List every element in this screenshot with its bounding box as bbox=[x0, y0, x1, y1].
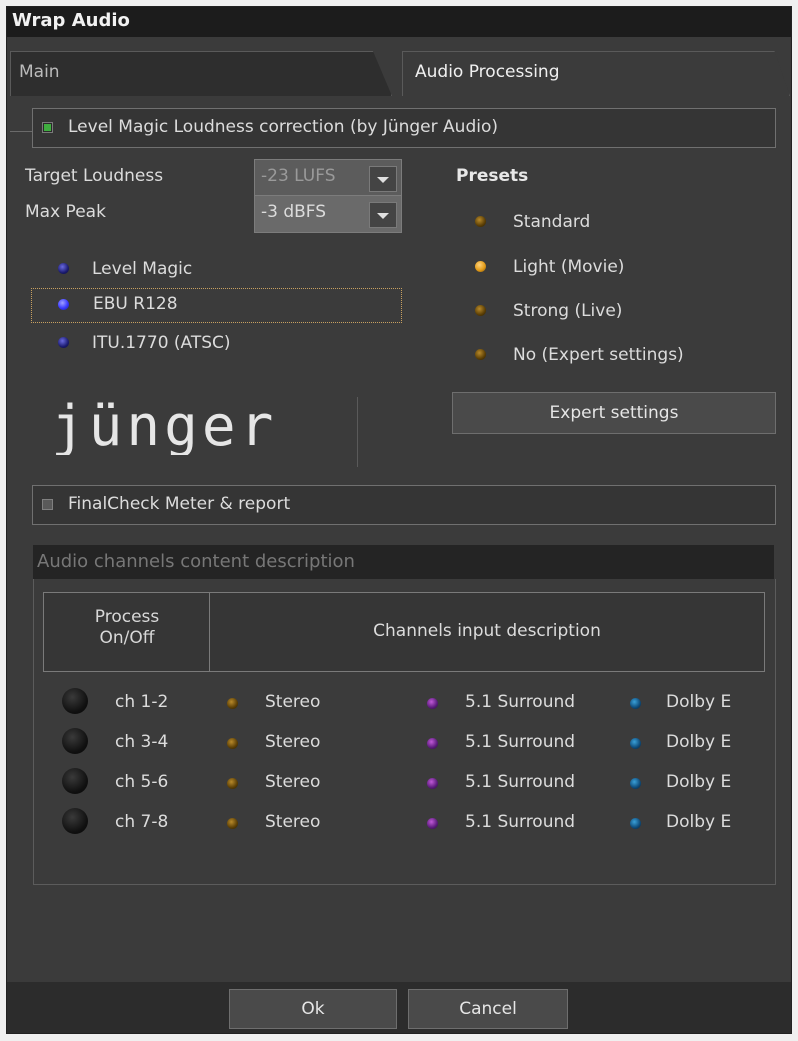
preset-no-expert[interactable]: No (Expert settings) bbox=[467, 341, 767, 371]
title-bar: Wrap Audio bbox=[7, 7, 791, 37]
tab-audio-processing[interactable]: Audio Processing bbox=[402, 51, 790, 96]
option-5-1-surround: 5.1 Surround bbox=[465, 692, 576, 712]
target-loudness-select[interactable]: -23 LUFS bbox=[254, 159, 402, 197]
radio-led-icon bbox=[475, 216, 486, 227]
radio-led-icon[interactable] bbox=[427, 778, 438, 789]
preset-strong-live-label: Strong (Live) bbox=[513, 301, 623, 321]
mode-ebu-r128[interactable]: EBU R128 bbox=[31, 288, 402, 323]
radio-led-icon[interactable] bbox=[630, 818, 641, 829]
tab-main-label: Main bbox=[19, 62, 60, 82]
process-toggle-ch5-6[interactable] bbox=[62, 768, 88, 794]
mode-itu-1770[interactable]: ITU.1770 (ATSC) bbox=[45, 329, 345, 359]
option-5-1-surround: 5.1 Surround bbox=[465, 732, 576, 752]
dialog-footer bbox=[7, 982, 791, 1033]
channels-section-title: Audio channels content description bbox=[37, 551, 355, 572]
radio-led-icon bbox=[58, 263, 69, 274]
logo-divider bbox=[357, 397, 358, 467]
process-header-label: Process On/Off bbox=[94, 607, 160, 648]
option-stereo: Stereo bbox=[265, 772, 321, 792]
radio-led-icon bbox=[58, 337, 69, 348]
max-peak-label: Max Peak bbox=[25, 202, 106, 222]
level-magic-checkbox-label: Level Magic Loudness correction (by Jüng… bbox=[68, 117, 498, 137]
channel-row: ch 7-8 Stereo 5.1 Surround Dolby E bbox=[57, 808, 777, 838]
description-header-label: Channels input description bbox=[373, 621, 601, 641]
level-magic-group: Level Magic Loudness correction (by Jüng… bbox=[32, 108, 776, 148]
preset-light-movie[interactable]: Light (Movie) bbox=[467, 253, 767, 283]
channel-name: ch 7-8 bbox=[115, 812, 169, 832]
tab-bar: Main Audio Processing bbox=[7, 43, 791, 132]
final-check-group: FinalCheck Meter & report bbox=[32, 485, 776, 525]
channel-name: ch 5-6 bbox=[115, 772, 169, 792]
option-dolby-e: Dolby E bbox=[666, 812, 732, 832]
junger-logo: jünger bbox=[51, 394, 358, 467]
channel-name: ch 1-2 bbox=[115, 692, 169, 712]
mode-level-magic-label: Level Magic bbox=[92, 259, 193, 279]
option-dolby-e: Dolby E bbox=[666, 692, 732, 712]
channel-row: ch 5-6 Stereo 5.1 Surround Dolby E bbox=[57, 768, 777, 798]
option-5-1-surround: 5.1 Surround bbox=[465, 772, 576, 792]
channels-table-header: Process On/Off Channels input descriptio… bbox=[43, 592, 765, 672]
target-loudness-value: -23 LUFS bbox=[261, 166, 336, 186]
preset-strong-live[interactable]: Strong (Live) bbox=[467, 297, 767, 327]
radio-led-icon[interactable] bbox=[630, 738, 641, 749]
preset-no-expert-label: No (Expert settings) bbox=[513, 345, 684, 365]
preset-light-movie-label: Light (Movie) bbox=[513, 257, 625, 277]
channel-row: ch 1-2 Stereo 5.1 Surround Dolby E bbox=[57, 688, 777, 718]
chevron-down-icon bbox=[369, 166, 397, 192]
radio-led-icon[interactable] bbox=[630, 778, 641, 789]
radio-led-icon[interactable] bbox=[427, 818, 438, 829]
process-toggle-ch3-4[interactable] bbox=[62, 728, 88, 754]
channel-name: ch 3-4 bbox=[115, 732, 169, 752]
option-dolby-e: Dolby E bbox=[666, 732, 732, 752]
radio-led-icon[interactable] bbox=[227, 738, 238, 749]
radio-led-icon bbox=[475, 305, 486, 316]
chevron-down-icon bbox=[369, 202, 397, 228]
wrap-audio-dialog: Wrap Audio Main Audio Processing Level M… bbox=[7, 7, 791, 1033]
channel-row: ch 3-4 Stereo 5.1 Surround Dolby E bbox=[57, 728, 777, 758]
window-title: Wrap Audio bbox=[12, 10, 130, 31]
mode-ebu-r128-label: EBU R128 bbox=[93, 294, 178, 314]
tab-main[interactable]: Main bbox=[10, 51, 392, 96]
junger-logo-text: jünger bbox=[51, 395, 277, 455]
preset-standard-label: Standard bbox=[513, 212, 591, 232]
max-peak-value: -3 dBFS bbox=[261, 202, 327, 222]
radio-led-icon[interactable] bbox=[227, 778, 238, 789]
max-peak-select[interactable]: -3 dBFS bbox=[254, 195, 402, 233]
tab-audio-processing-label: Audio Processing bbox=[415, 62, 560, 82]
cancel-button[interactable]: Cancel bbox=[408, 989, 568, 1029]
level-magic-checkbox[interactable] bbox=[42, 122, 53, 133]
junger-logo-mark: jünger bbox=[51, 394, 277, 459]
radio-led-icon[interactable] bbox=[630, 698, 641, 709]
radio-led-icon[interactable] bbox=[427, 698, 438, 709]
final-check-label: FinalCheck Meter & report bbox=[68, 494, 291, 514]
option-stereo: Stereo bbox=[265, 812, 321, 832]
radio-led-icon[interactable] bbox=[227, 818, 238, 829]
radio-led-icon bbox=[475, 349, 486, 360]
process-toggle-ch7-8[interactable] bbox=[62, 808, 88, 834]
mode-itu-1770-label: ITU.1770 (ATSC) bbox=[92, 333, 231, 353]
process-column-header: Process On/Off bbox=[44, 593, 209, 671]
radio-led-icon[interactable] bbox=[427, 738, 438, 749]
process-toggle-ch1-2[interactable] bbox=[62, 688, 88, 714]
target-loudness-label: Target Loudness bbox=[25, 166, 164, 186]
radio-led-icon[interactable] bbox=[227, 698, 238, 709]
final-check-checkbox[interactable] bbox=[42, 499, 53, 510]
option-dolby-e: Dolby E bbox=[666, 772, 732, 792]
ok-button[interactable]: Ok bbox=[229, 989, 397, 1029]
option-stereo: Stereo bbox=[265, 732, 321, 752]
radio-led-icon bbox=[475, 261, 486, 272]
preset-standard[interactable]: Standard bbox=[467, 208, 767, 238]
presets-title: Presets bbox=[456, 166, 529, 186]
option-5-1-surround: 5.1 Surround bbox=[465, 812, 576, 832]
channels-section-header: Audio channels content description bbox=[33, 545, 774, 579]
option-stereo: Stereo bbox=[265, 692, 321, 712]
expert-settings-button[interactable]: Expert settings bbox=[452, 392, 776, 434]
radio-led-icon bbox=[58, 299, 69, 310]
mode-level-magic[interactable]: Level Magic bbox=[45, 255, 345, 285]
